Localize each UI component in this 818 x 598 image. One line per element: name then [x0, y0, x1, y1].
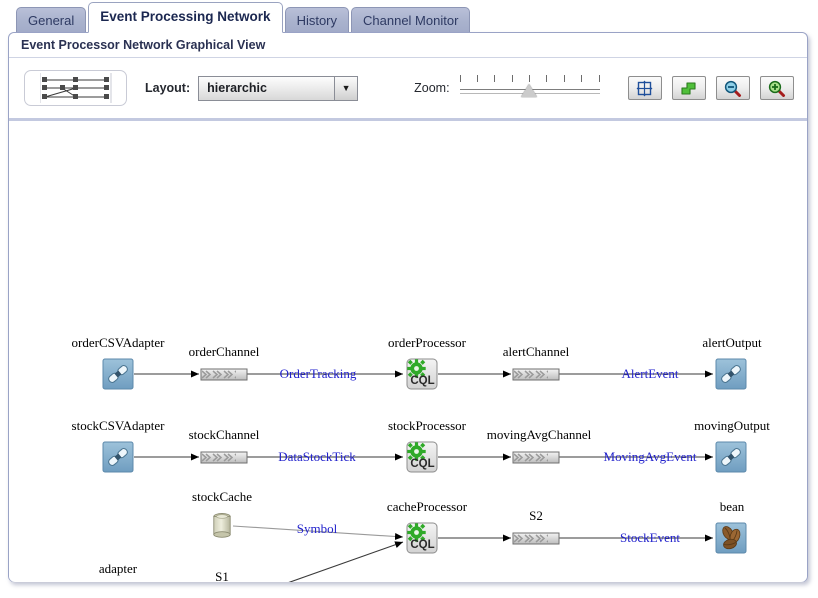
node-bean-icon[interactable] [715, 522, 747, 554]
node-label-alertOutput: alertOutput [702, 335, 762, 350]
node-label-stockChannel: stockChannel [188, 427, 260, 442]
node-label-orderProcessor: orderProcessor [388, 335, 466, 350]
node-alertOutput-icon[interactable] [715, 358, 747, 390]
node-alertChannel-icon[interactable] [512, 368, 560, 381]
zoom-label: Zoom: [414, 81, 450, 95]
node-cacheProcessor-icon[interactable] [406, 522, 438, 554]
node-label-movingAvgChannel: movingAvgChannel [486, 427, 592, 442]
layout-thumbnail-icon [39, 73, 111, 103]
tab-channel-monitor[interactable]: Channel Monitor [351, 7, 471, 33]
node-orderProcessor-icon[interactable] [406, 358, 438, 390]
node-label-adapter: adapter [98, 561, 138, 576]
zoom-out-button[interactable] [715, 76, 750, 100]
node-label-cacheProcessor: cacheProcessor [386, 499, 468, 514]
tab-event-processing-network[interactable]: Event Processing Network [88, 2, 283, 33]
node-label-orderCSVAdapter: orderCSVAdapter [71, 335, 165, 350]
node-label-S2: S2 [529, 508, 543, 523]
zoom-button-group [618, 76, 794, 100]
chevron-down-icon: ▼ [334, 76, 358, 100]
node-orderCSVAdapter-icon[interactable] [102, 358, 134, 390]
zoom-slider[interactable] [459, 75, 600, 101]
zoom-to-selection-button[interactable] [671, 76, 706, 100]
node-label-stockProcessor: stockProcessor [388, 418, 466, 433]
node-label-movingOutput: movingOutput [694, 418, 770, 433]
node-S2-icon[interactable] [512, 532, 560, 545]
node-label-orderChannel: orderChannel [188, 344, 260, 359]
layout-thumbnail[interactable] [24, 70, 127, 106]
node-movingOutput-icon[interactable] [715, 441, 747, 473]
node-orderChannel-icon[interactable] [200, 368, 248, 381]
graph-nodes [102, 358, 747, 554]
edge-S1-cacheProcessor[interactable] [245, 541, 404, 582]
zoom-in-button[interactable] [759, 76, 794, 100]
layout-select[interactable]: hierarchic ▼ [198, 75, 359, 101]
edge-label-AlertEvent: AlertEvent [621, 366, 679, 381]
node-movingAvgChannel-icon[interactable] [512, 451, 560, 464]
edge-label-DataStockTick: DataStockTick [278, 449, 356, 464]
node-stockProcessor-icon[interactable] [406, 441, 438, 473]
node-label-bean: bean [719, 499, 745, 514]
layout-select-value: hierarchic [207, 81, 267, 95]
magnifier-plus-icon [768, 80, 785, 97]
fit-to-content-button[interactable] [627, 76, 662, 100]
node-stockChannel-icon[interactable] [200, 451, 248, 464]
network-canvas[interactable]: CQL orderCSVAdapter orderChannel orderPr… [9, 121, 807, 582]
tab-history[interactable]: History [284, 7, 350, 33]
edge-label-MovingAvgEvent: MovingAvgEvent [603, 449, 697, 464]
magnifier-minus-icon [724, 80, 741, 97]
node-label-stockCache: stockCache [192, 489, 252, 504]
edge-label-StockEvent: StockEvent [620, 530, 680, 545]
node-label-S1: S1 [215, 569, 229, 582]
zoom-slider-thumb[interactable] [520, 84, 537, 97]
graphical-view-panel: Event Processor Network Graphical View L… [8, 32, 808, 582]
layout-label: Layout: [145, 81, 191, 95]
edge-label-Symbol: Symbol [296, 521, 338, 536]
node-stockCSVAdapter-icon[interactable] [102, 441, 134, 473]
node-stockCache-icon[interactable] [213, 513, 231, 538]
tab-bar: General Event Processing Network History… [0, 0, 818, 33]
node-label-alertChannel: alertChannel [502, 344, 570, 359]
node-label-stockCSVAdapter: stockCSVAdapter [71, 418, 165, 433]
fit-content-icon [636, 80, 653, 96]
panel-title: Event Processor Network Graphical View [9, 33, 807, 58]
tab-general[interactable]: General [16, 7, 87, 33]
zoom-slider-ticks [459, 75, 600, 83]
graph-toolbar: Layout: hierarchic ▼ Zoom: [9, 58, 807, 121]
edge-label-OrderTracking: OrderTracking [279, 366, 357, 381]
zoom-region-icon [681, 81, 696, 95]
